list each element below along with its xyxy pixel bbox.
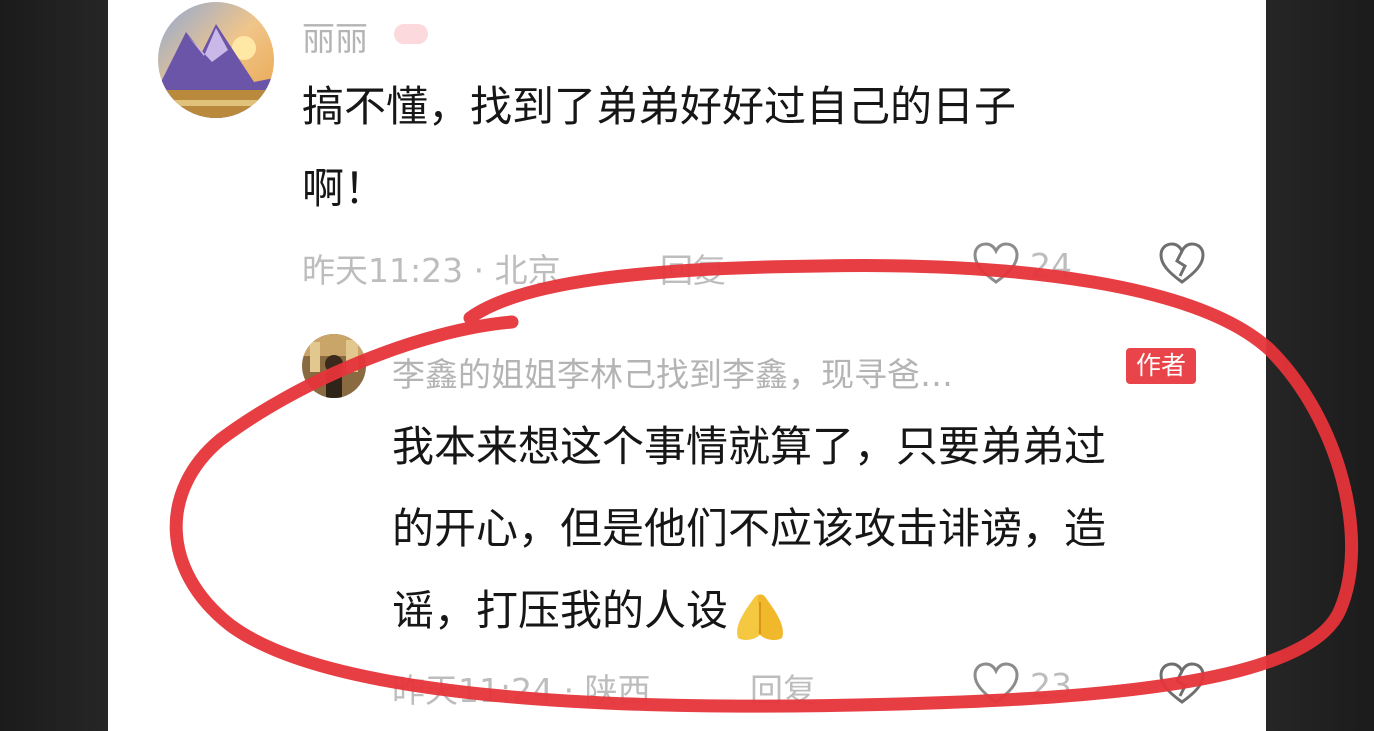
right-dark-border bbox=[1266, 0, 1374, 731]
comment1-time-location: 昨天11:23 · 北京 bbox=[302, 251, 561, 290]
author-badge: 作者 bbox=[1126, 348, 1197, 384]
comment2-text-line3-content: 谣，打压我的人设 bbox=[392, 586, 729, 635]
comment-panel: 丽丽 搞不懂，找到了弟弟好好过自己的日子 啊！ 昨天11:23 · 北京 回复 … bbox=[108, 0, 1266, 731]
comment2-avatar[interactable] bbox=[302, 334, 366, 398]
comment1-text-line2: 啊！ bbox=[302, 164, 387, 213]
broken-heart-icon[interactable] bbox=[1158, 662, 1206, 710]
comment2-username[interactable]: 李鑫的姐姐李林己找到李鑫，现寻爸… bbox=[392, 348, 953, 396]
comment1-like-count: 24 bbox=[1030, 246, 1072, 285]
user-level-badge bbox=[394, 24, 428, 44]
comment2-like-count: 23 bbox=[1030, 666, 1072, 705]
comment1-username[interactable]: 丽丽 bbox=[302, 12, 368, 60]
clasped-hands-emoji bbox=[728, 587, 792, 641]
comment1-text-line1: 搞不懂，找到了弟弟好好过自己的日子 bbox=[302, 82, 1017, 131]
comment1-reply-button[interactable]: 回复 bbox=[660, 244, 726, 292]
comment1-avatar[interactable] bbox=[158, 2, 274, 118]
comment2-reply-button[interactable]: 回复 bbox=[750, 664, 816, 712]
comment2-text-line3: 谣，打压我的人设 bbox=[392, 570, 792, 652]
heart-icon[interactable] bbox=[972, 662, 1020, 710]
broken-heart-icon[interactable] bbox=[1158, 242, 1206, 290]
left-dark-border bbox=[0, 0, 108, 731]
comment2-time-location: 昨天11:24 · 陕西 bbox=[392, 671, 651, 710]
heart-icon[interactable] bbox=[972, 242, 1020, 290]
comment2-text-line1: 我本来想这个事情就算了，只要弟弟过 bbox=[392, 422, 1107, 471]
comment2-text-line2: 的开心，但是他们不应该攻击诽谤，造 bbox=[392, 504, 1107, 553]
